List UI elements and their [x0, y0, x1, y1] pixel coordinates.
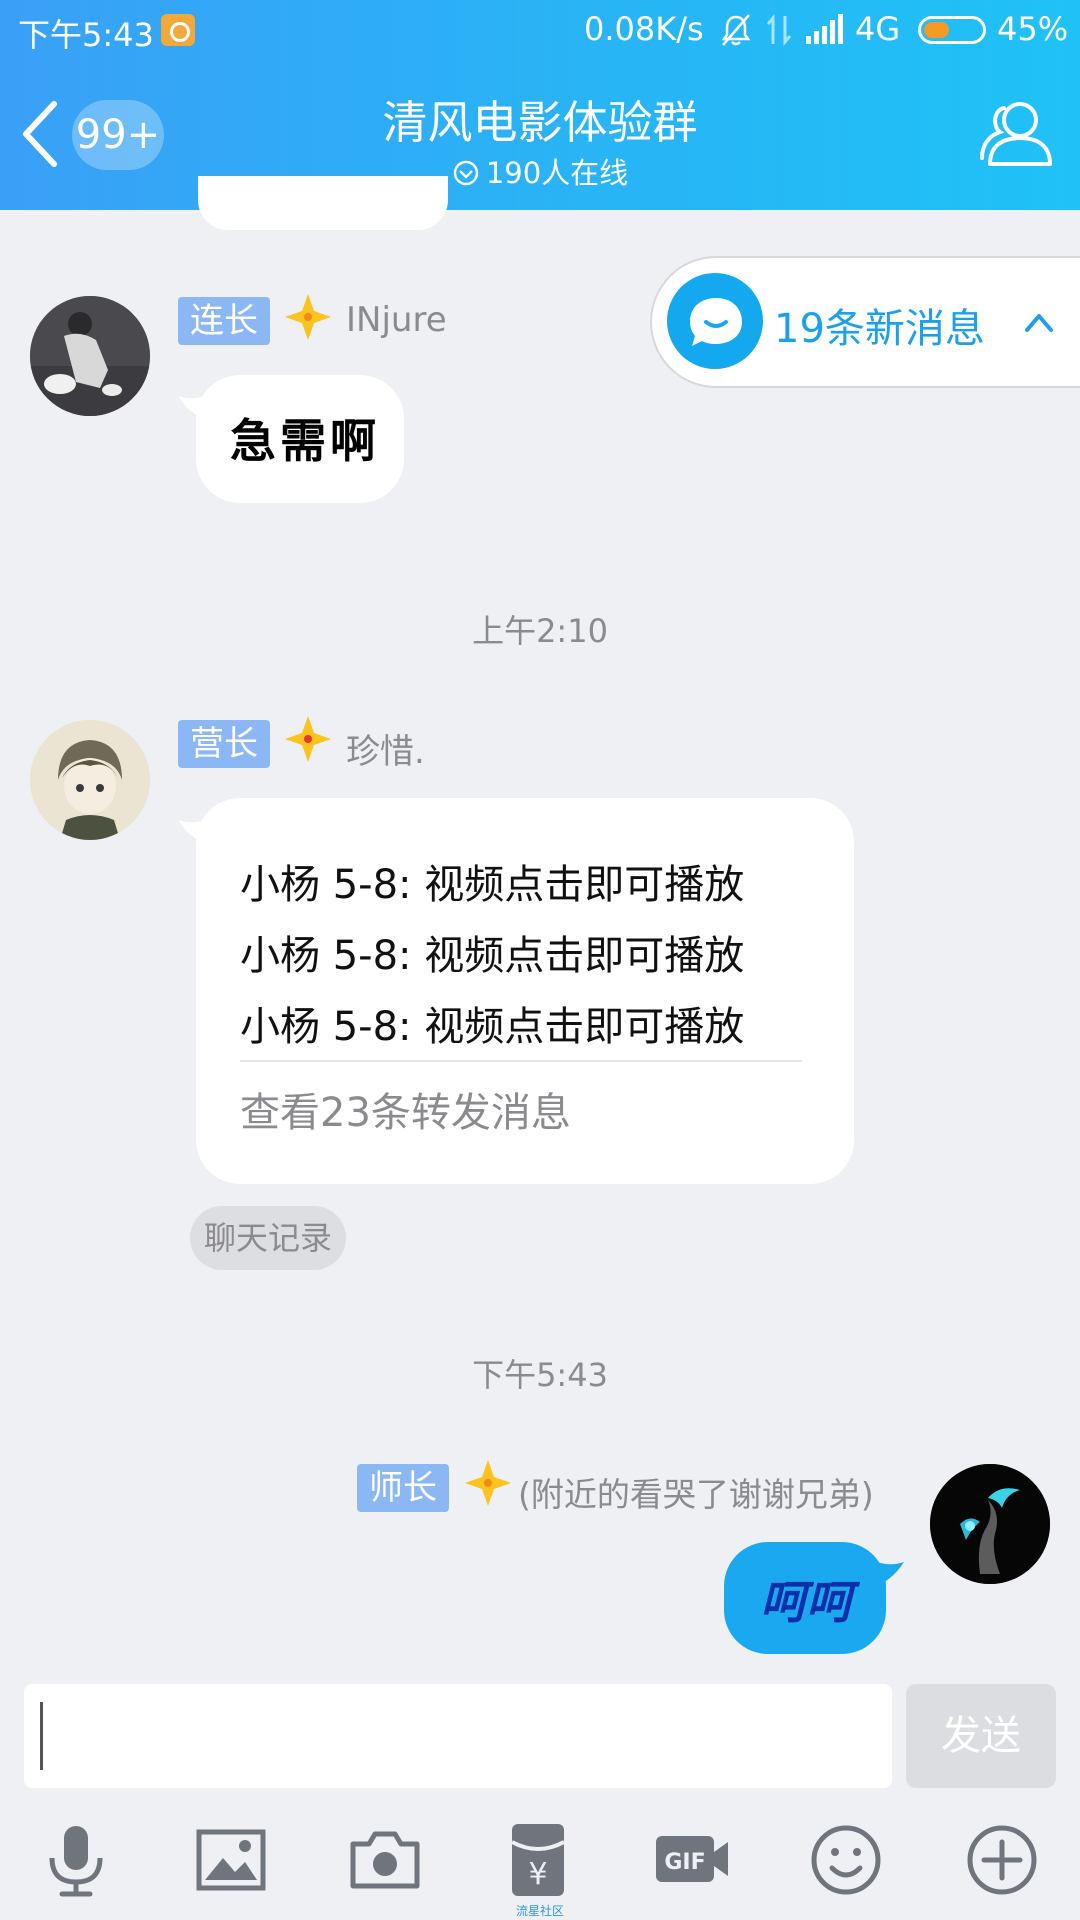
chat-record-tag: 聊天记录: [190, 1206, 347, 1270]
online-status[interactable]: 190人在线: [0, 150, 1080, 192]
star-icon: [285, 294, 331, 340]
avatar-photo: [30, 720, 150, 840]
message-input[interactable]: [24, 1684, 892, 1788]
chevron-up-icon: [1025, 314, 1053, 332]
view-forwarded-link[interactable]: 查看23条转发消息: [240, 1080, 571, 1138]
my-avatar[interactable]: [930, 1464, 1050, 1584]
chat-screen: 下午5:43 0.08K/s 4G 45% 99+ 清风电影体验群 190人在线…: [0, 0, 1080, 1920]
status-time: 下午5:43: [18, 16, 154, 54]
plus-icon[interactable]: [964, 1822, 1040, 1898]
data-arrows-icon: [766, 13, 792, 47]
rank-badge: 师长: [357, 1464, 449, 1512]
sender-nickname[interactable]: (附近的看哭了谢谢兄弟): [518, 1468, 874, 1516]
microphone-icon[interactable]: [38, 1822, 114, 1898]
forward-preview-line: 小杨 5-8: 视频点击即可播放: [240, 1004, 745, 1050]
avatar[interactable]: [30, 296, 150, 416]
net-speed: 0.08K/s: [584, 10, 704, 48]
avatar[interactable]: [30, 720, 150, 840]
forward-preview-line: 小杨 5-8: 视频点击即可播放: [240, 862, 745, 908]
sender-nickname[interactable]: 珍惜.: [346, 724, 425, 773]
message-text: 呵呵: [760, 1575, 852, 1629]
rank-badge: 营长: [178, 720, 270, 768]
rank-badge: 连长: [178, 297, 270, 345]
red-packet-icon[interactable]: ¥: [500, 1822, 576, 1898]
sender-nickname[interactable]: INjure: [346, 300, 447, 340]
forward-preview-line: 小杨 5-8: 视频点击即可播放: [240, 933, 745, 979]
header: 下午5:43 0.08K/s 4G 45% 99+ 清风电影体验群 190人在线: [0, 0, 1080, 210]
avatar-photo: [930, 1464, 1050, 1584]
online-check-icon: [453, 160, 479, 186]
image-icon[interactable]: [193, 1822, 269, 1898]
network-type: 4G: [855, 10, 901, 48]
message-text: 急需啊: [230, 414, 380, 468]
send-button[interactable]: 发送: [906, 1684, 1056, 1788]
star-icon: [285, 716, 331, 762]
gif-icon[interactable]: GIF: [654, 1822, 730, 1898]
battery-level: [924, 22, 949, 38]
camera-icon[interactable]: [347, 1822, 423, 1898]
card-divider: [240, 1060, 802, 1062]
svg-text:GIF: GIF: [664, 1850, 705, 1875]
online-count: 190人在线: [485, 156, 629, 190]
emoji-icon[interactable]: [808, 1822, 884, 1898]
status-bar: 下午5:43 0.08K/s 4G 45%: [0, 0, 1080, 60]
timestamp: 下午5:43: [472, 1356, 608, 1394]
text-caret: [40, 1702, 43, 1770]
notification-app-icon: [161, 14, 195, 46]
bell-muted-icon: [721, 14, 751, 46]
battery-percent: 45%: [997, 10, 1069, 48]
group-members-icon[interactable]: [976, 96, 1056, 168]
new-messages-label: 19条新消息: [774, 306, 985, 352]
red-packet-caption: 流星社区: [515, 1904, 564, 1918]
star-icon: [465, 1460, 511, 1506]
group-title[interactable]: 清风电影体验群: [0, 86, 1080, 151]
battery-icon: [918, 16, 986, 44]
chat-bubble-icon: [667, 273, 763, 369]
signal-icon: [806, 14, 843, 44]
timestamp: 上午2:10: [472, 612, 608, 650]
svg-text:¥: ¥: [528, 1857, 547, 1892]
previous-message-bubble[interactable]: [198, 176, 448, 230]
bubble-tail: [868, 1558, 904, 1588]
avatar-photo: [30, 296, 150, 416]
